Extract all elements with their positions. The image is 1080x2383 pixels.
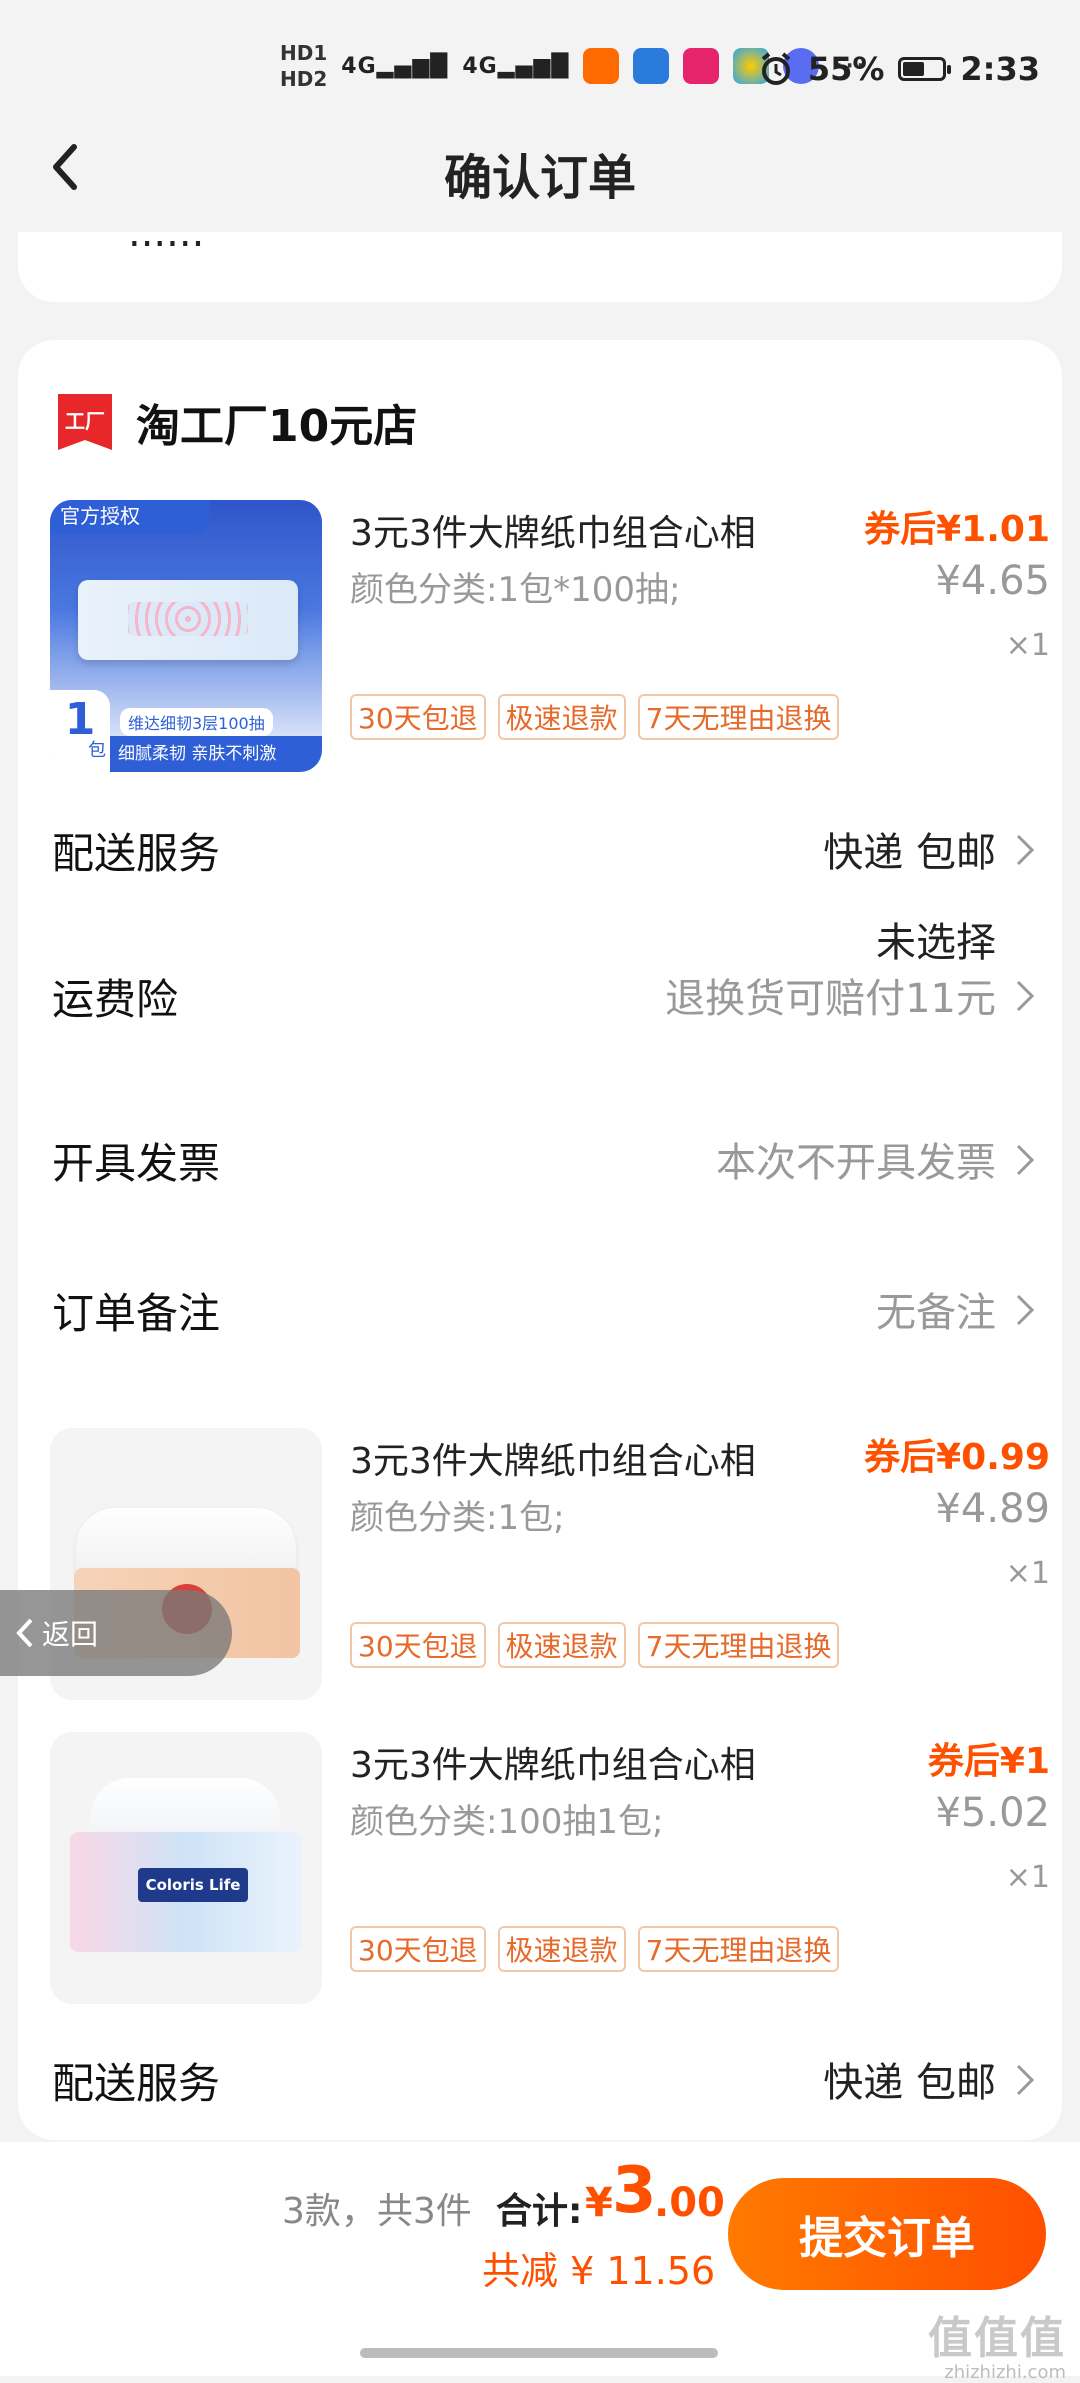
floating-back-label: 返回 [42,1618,99,1651]
tag-30day-return: 30天包退 [350,1926,486,1972]
chevron-right-icon [1016,980,1035,1012]
row-value: 无备注 [876,1290,996,1336]
original-price: ¥4.65 [935,558,1050,604]
product-feature-1: 维达细韧3层100抽 [120,708,273,736]
item-count: 3款，共3件 [282,2191,472,2232]
order-note-row[interactable]: 订单备注 无备注 [52,1270,1036,1350]
product-spec: 颜色分类:1包*100抽; [350,570,681,610]
row-value: 快递 包邮 [823,2060,996,2106]
tissue-box-graphic [78,580,298,660]
coupon-price: 券后¥1.01 [864,509,1050,550]
coupon-price: 券后¥1 [927,1741,1050,1782]
shipping-insurance-row[interactable]: 运费险 未选择 退换货可赔付11元 [52,920,1036,1070]
tag-30day-return: 30天包退 [350,1622,486,1668]
shopping-app-icon [683,48,720,84]
order-card: 工厂 淘工厂10元店 官方授权 1 包 维达细韧3层100抽 细腻柔韧 亲肤不刺… [18,340,1062,2140]
delivery-service-row[interactable]: 配送服务 快递 包邮 [52,2040,1036,2120]
row-label: 配送服务 [52,2059,221,2108]
original-price: ¥4.89 [935,1486,1050,1532]
product-title: 3元3件大牌纸巾组合心相 [350,1441,756,1482]
watermark-url: zhizhizhi.com [944,2362,1066,2383]
product-image: 官方授权 1 包 维达细韧3层100抽 细腻柔韧 亲肤不刺激 [50,500,322,772]
shop-header[interactable]: 工厂 淘工厂10元店 [58,390,417,454]
service-tags: 30天包退 极速退款 7天无理由退换 [350,1622,840,1668]
tag-fast-refund: 极速退款 [497,1622,626,1668]
checkout-bar: 3款，共3件 合计: ¥ 3 .00 共减 ¥ 11.56 提交订单 值值值 z… [0,2142,1080,2383]
shop-name: 淘工厂10元店 [136,401,418,452]
floating-back-button[interactable]: 返回 [0,1590,232,1676]
quantity: ×1 [1005,628,1050,663]
product-spec: 颜色分类:1包; [350,1498,565,1538]
signal-2-icon: 4G▂▄▆█ [462,53,570,79]
currency-symbol: ¥ [585,2180,613,2226]
row-label: 运费险 [52,975,179,1024]
watermark-logo: 值值值 [928,2313,1066,2364]
row-label: 开具发票 [52,1139,221,1188]
submit-order-button[interactable]: 提交订单 [728,2178,1046,2290]
address-peek-text: ...... [128,232,205,256]
pack-count-badge: 1 包 [50,690,110,772]
svg-text:工厂: 工厂 [65,411,105,433]
row-value: 本次不开具发票 [716,1140,996,1186]
address-card[interactable]: ...... [18,232,1062,302]
tag-7day-return: 7天无理由退换 [637,694,840,740]
service-tags: 30天包退 极速退款 7天无理由退换 [350,1926,840,1972]
tag-7day-return: 7天无理由退换 [637,1926,840,1972]
chevron-right-icon [1016,2064,1035,2096]
home-indicator[interactable] [360,2348,718,2358]
tag-fast-refund: 极速退款 [497,694,626,740]
row-subtext: 退换货可赔付11元 [665,976,996,1022]
product-image: Coloris Life [50,1732,322,2004]
tissue-box-graphic: Coloris Life [70,1832,302,1952]
row-label: 配送服务 [52,829,221,878]
hd1-text: HD1 [280,41,328,65]
product-feature-2: 细腻柔韧 亲肤不刺激 [110,736,322,772]
official-badge: 官方授权 [50,500,210,534]
status-bar: HD1 HD2 4G▂▄▆█ 4G▂▄▆█ ··· 55% 2:33 [0,0,1080,140]
product-item[interactable]: 官方授权 1 包 维达细韧3层100抽 细腻柔韧 亲肤不刺激 3元3件大牌纸巾组… [50,500,1050,772]
invoice-row[interactable]: 开具发票 本次不开具发票 [52,1120,1036,1200]
page-title: 确认订单 [443,150,636,206]
hd-indicator: HD1 HD2 [280,40,327,92]
taobao-app-icon [583,48,620,84]
chevron-right-icon [1016,834,1035,866]
maps-app-icon [633,48,670,84]
hd2-text: HD2 [280,67,328,91]
original-price: ¥5.02 [935,1790,1050,1836]
product-title: 3元3件大牌纸巾组合心相 [350,1745,756,1786]
row-value: 未选择 [876,920,996,966]
watermark: 值值值 zhizhizhi.com [928,2302,1066,2383]
clock: 2:33 [960,50,1040,88]
total-label: 合计: [496,2191,583,2232]
tag-30day-return: 30天包退 [350,694,486,740]
chevron-right-icon [1016,1294,1035,1326]
row-value: 快递 包邮 [823,830,996,876]
total-amount-decimal: .00 [654,2180,725,2226]
product-spec: 颜色分类:100抽1包; [350,1802,664,1842]
shop-logo-icon: 工厂 [58,394,112,450]
row-label: 订单备注 [52,1289,221,1338]
delivery-service-row[interactable]: 配送服务 快递 包邮 [52,810,1036,890]
signal-1-icon: 4G▂▄▆█ [341,53,449,79]
quantity: ×1 [1005,1860,1050,1895]
chevron-right-icon [1016,1144,1035,1176]
tag-7day-return: 7天无理由退换 [637,1622,840,1668]
service-tags: 30天包退 极速退款 7天无理由退换 [350,694,840,740]
nav-bar: 确认订单 [0,120,1080,220]
alarm-icon [761,52,791,85]
coupon-price: 券后¥0.99 [864,1437,1050,1478]
product-title: 3元3件大牌纸巾组合心相 [350,513,756,554]
tag-fast-refund: 极速退款 [497,1926,626,1972]
total-amount-integer: 3 [612,2154,657,2228]
product-item[interactable]: Coloris Life 3元3件大牌纸巾组合心相 颜色分类:100抽1包; 券… [50,1732,1050,2004]
battery-icon [898,57,952,81]
chevron-left-icon [16,1618,33,1648]
quantity: ×1 [1005,1556,1050,1591]
discount-total: 共减 ¥ 11.56 [482,2249,716,2293]
battery-percent: 55% [807,50,885,88]
